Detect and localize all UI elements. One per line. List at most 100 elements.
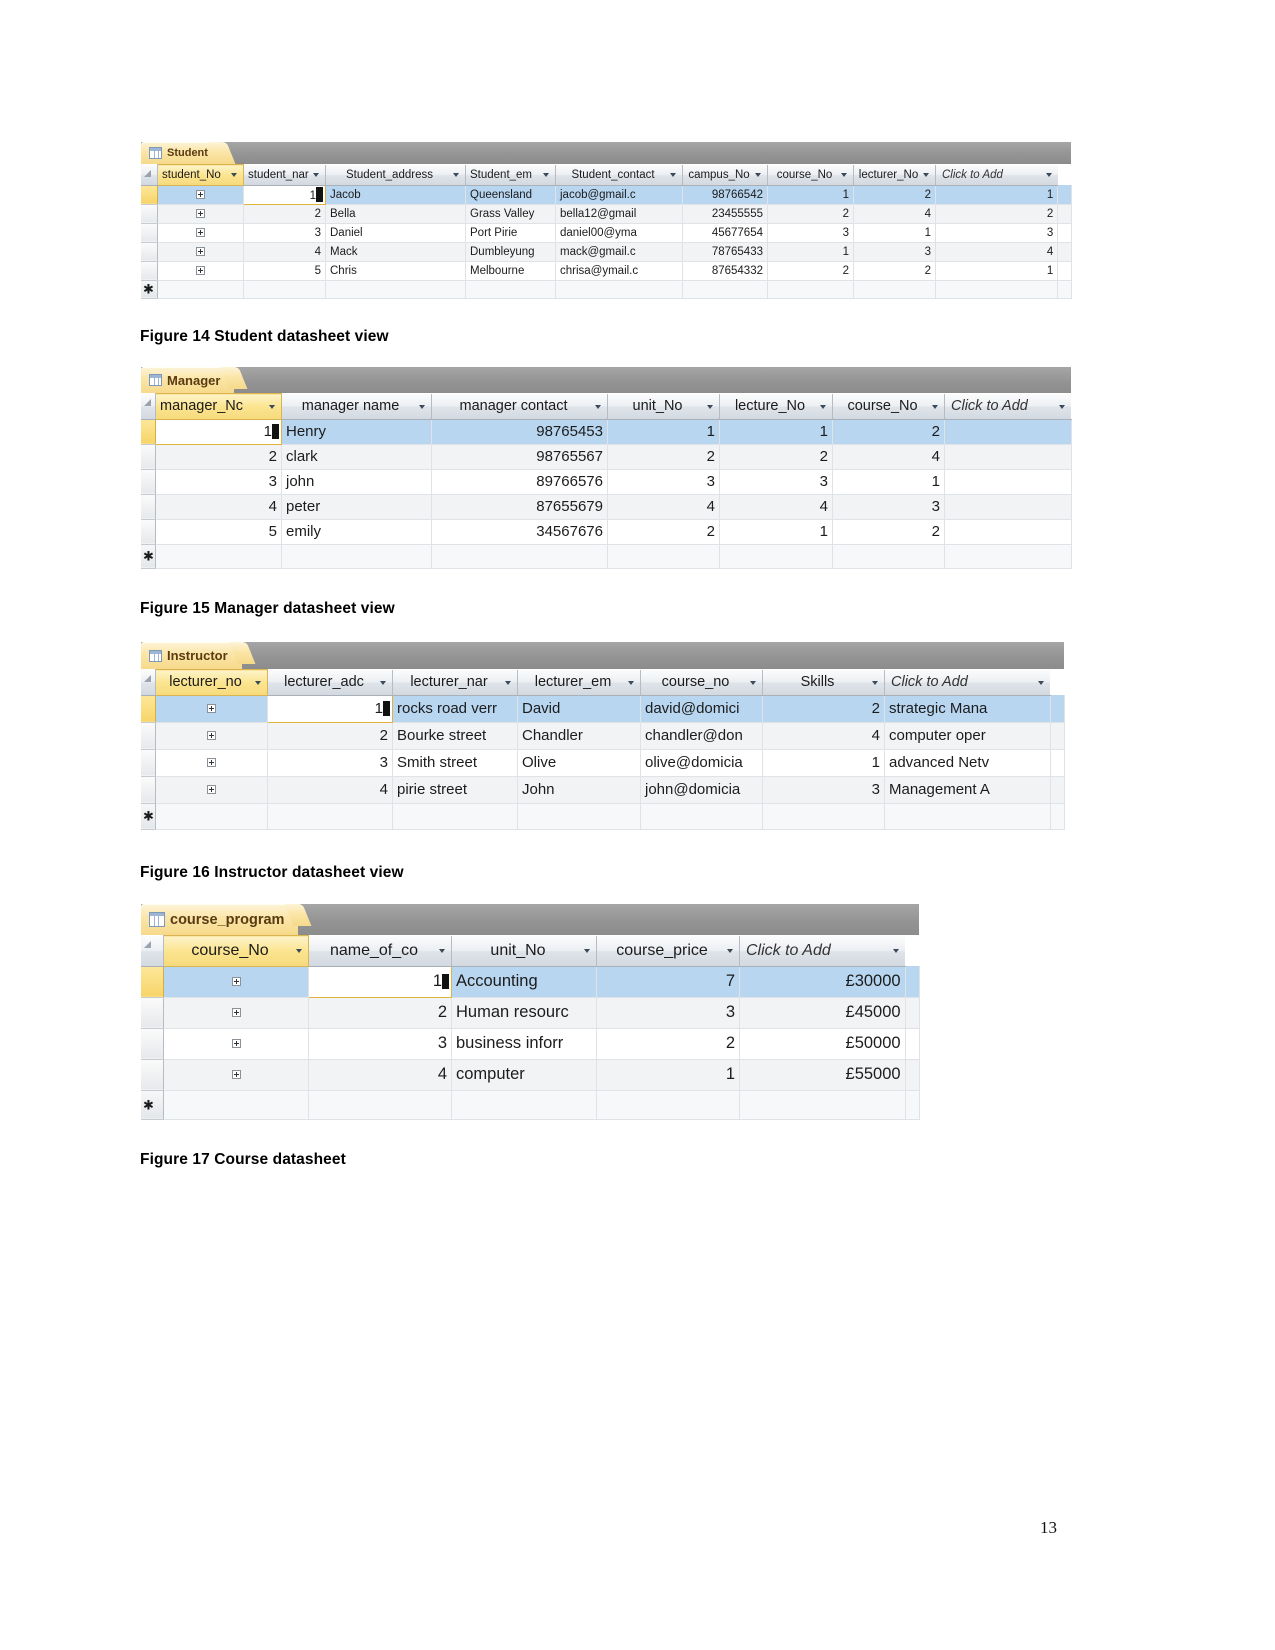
cell-skills[interactable]: computer oper bbox=[884, 722, 1051, 750]
cell-student-no[interactable]: 3 bbox=[243, 223, 326, 243]
chevron-down-icon[interactable] bbox=[504, 678, 513, 687]
cell-course-no[interactable]: 2 bbox=[853, 261, 936, 281]
cell-add-new[interactable] bbox=[905, 997, 920, 1029]
cell-add-new[interactable] bbox=[1057, 185, 1072, 205]
cell-add-new[interactable] bbox=[1057, 223, 1072, 243]
row-expand-cell[interactable] bbox=[157, 261, 244, 281]
cell-lecturer-no[interactable]: 1 bbox=[935, 261, 1059, 281]
chevron-down-icon[interactable] bbox=[230, 170, 239, 179]
cell-add-new[interactable] bbox=[944, 544, 1072, 569]
row-expand-cell[interactable] bbox=[163, 966, 309, 998]
cell-course-no[interactable]: 2 bbox=[308, 997, 452, 1029]
cell-lecturer-no[interactable]: 4 bbox=[267, 776, 393, 804]
cell-student-no[interactable]: 1 bbox=[243, 184, 326, 205]
row-selector[interactable] bbox=[141, 997, 164, 1029]
chevron-down-icon[interactable] bbox=[669, 170, 678, 179]
cell-lecturer-email[interactable]: olive@domicia bbox=[640, 749, 763, 777]
cell-skills[interactable]: strategic Mana bbox=[884, 695, 1051, 723]
cell-unit-no[interactable]: 4 bbox=[607, 494, 720, 520]
cell-manager-no[interactable]: 1 bbox=[155, 418, 282, 445]
row-selector[interactable] bbox=[141, 261, 158, 281]
cell-unit-no[interactable]: 2 bbox=[607, 519, 720, 545]
row-expand-cell[interactable] bbox=[155, 722, 268, 750]
row-expand-cell[interactable] bbox=[163, 997, 309, 1029]
cell-campus-no[interactable]: 3 bbox=[767, 223, 854, 243]
cell-manager-no[interactable]: 2 bbox=[155, 444, 282, 470]
row-expand-cell[interactable] bbox=[157, 223, 244, 243]
cell-skills-new[interactable] bbox=[884, 803, 1051, 830]
table-row[interactable]: 1 Jacob Queensland jacob@gmail.c 9876654… bbox=[141, 184, 1072, 205]
chevron-down-icon[interactable] bbox=[542, 170, 551, 179]
cell-lecturer-no[interactable]: 3 bbox=[267, 749, 393, 777]
table-row[interactable]: 2 Bourke street Chandler chandler@don 4 … bbox=[141, 722, 1065, 750]
cell-campus-no[interactable]: 2 bbox=[767, 261, 854, 281]
cell-course-no-new[interactable] bbox=[762, 803, 885, 830]
table-row[interactable]: 3 john 89766576 3 3 1 bbox=[141, 469, 1072, 495]
cell-lecturer-email[interactable]: john@domicia bbox=[640, 776, 763, 804]
cell-student-address-new[interactable] bbox=[465, 280, 556, 299]
cell-add-new[interactable] bbox=[1057, 204, 1072, 224]
row-selector[interactable] bbox=[141, 185, 158, 205]
plus-icon[interactable] bbox=[207, 703, 216, 713]
cell-add-new[interactable] bbox=[905, 966, 920, 998]
chevron-down-icon[interactable] bbox=[871, 678, 880, 687]
cell-unit-no-new[interactable] bbox=[596, 1090, 740, 1120]
table-row[interactable]: 1 Accounting 7 £30000 bbox=[141, 965, 920, 998]
cell-manager-name[interactable]: peter bbox=[281, 494, 432, 520]
cell-lecturer-name[interactable]: John bbox=[517, 776, 641, 804]
row-expand-cell[interactable] bbox=[163, 1028, 309, 1060]
cell-add-new[interactable] bbox=[944, 519, 1072, 545]
cell-course-no[interactable]: 1 bbox=[832, 469, 945, 495]
plus-icon[interactable] bbox=[231, 1038, 241, 1048]
plus-icon[interactable] bbox=[207, 757, 216, 767]
plus-icon[interactable] bbox=[196, 208, 205, 218]
row-selector[interactable] bbox=[141, 1059, 164, 1091]
cell-course-no-new[interactable] bbox=[832, 544, 945, 569]
chevron-down-icon[interactable] bbox=[312, 170, 321, 179]
cell-course-price[interactable]: £55000 bbox=[739, 1059, 906, 1091]
select-all-corner[interactable] bbox=[141, 164, 158, 186]
chevron-down-icon[interactable] bbox=[583, 946, 592, 955]
chevron-down-icon[interactable] bbox=[754, 170, 763, 179]
cell-skills[interactable]: advanced Netv bbox=[884, 749, 1051, 777]
column-header-course-no[interactable]: course_No bbox=[832, 393, 945, 420]
cell-student-contact[interactable]: 45677654 bbox=[682, 223, 768, 243]
plus-icon[interactable] bbox=[231, 1007, 241, 1017]
row-selector[interactable] bbox=[141, 469, 156, 495]
row-selector[interactable] bbox=[141, 749, 156, 777]
cell-lecturer-name[interactable]: Chandler bbox=[517, 722, 641, 750]
cell-student-email[interactable]: jacob@gmail.c bbox=[555, 185, 683, 205]
select-all-corner[interactable] bbox=[141, 393, 156, 420]
plus-icon[interactable] bbox=[207, 730, 216, 740]
cell-course-no[interactable]: 1 bbox=[308, 965, 452, 998]
cell-course-no-new[interactable] bbox=[853, 280, 936, 299]
plus-icon[interactable] bbox=[196, 189, 205, 199]
cell-student-no-new[interactable] bbox=[243, 280, 326, 299]
column-header-click-to-add[interactable]: Click to Add bbox=[935, 164, 1058, 186]
table-row[interactable]: 5 emily 34567676 2 1 2 bbox=[141, 519, 1072, 545]
cell-student-address[interactable]: Port Pirie bbox=[465, 223, 556, 243]
cell-course-price[interactable]: £50000 bbox=[739, 1028, 906, 1060]
cell-lecturer-no[interactable]: 3 bbox=[935, 223, 1059, 243]
new-record-selector[interactable] bbox=[141, 544, 156, 569]
cell-lecturer-address[interactable]: Bourke street bbox=[392, 722, 518, 750]
cell-manager-contact-new[interactable] bbox=[431, 544, 608, 569]
cell-lecturer-name[interactable]: David bbox=[517, 695, 641, 723]
row-expand-cell[interactable] bbox=[157, 204, 244, 224]
column-header-student-no[interactable]: student_No bbox=[157, 164, 244, 186]
cell-add-new[interactable] bbox=[905, 1059, 920, 1091]
cell-manager-contact[interactable]: 98765567 bbox=[431, 444, 608, 470]
table-row[interactable]: 5 Chris Melbourne chrisa@ymail.c 8765433… bbox=[141, 261, 1072, 281]
cell-course-no[interactable]: 1 bbox=[853, 223, 936, 243]
cell-student-email[interactable]: bella12@gmail bbox=[555, 204, 683, 224]
column-header-student-address[interactable]: Student_address bbox=[325, 164, 466, 186]
tab-instructor[interactable]: Instructor bbox=[141, 642, 242, 669]
row-selector[interactable] bbox=[141, 444, 156, 470]
chevron-down-icon[interactable] bbox=[594, 402, 603, 411]
cell-add-new[interactable] bbox=[1050, 803, 1065, 830]
cell-lecturer-no[interactable]: 1 bbox=[267, 694, 393, 723]
cell-course-no[interactable]: 2 bbox=[853, 185, 936, 205]
cell-campus-no[interactable]: 1 bbox=[767, 185, 854, 205]
chevron-down-icon[interactable] bbox=[379, 678, 388, 687]
cell-student-email[interactable]: mack@gmail.c bbox=[555, 242, 683, 262]
